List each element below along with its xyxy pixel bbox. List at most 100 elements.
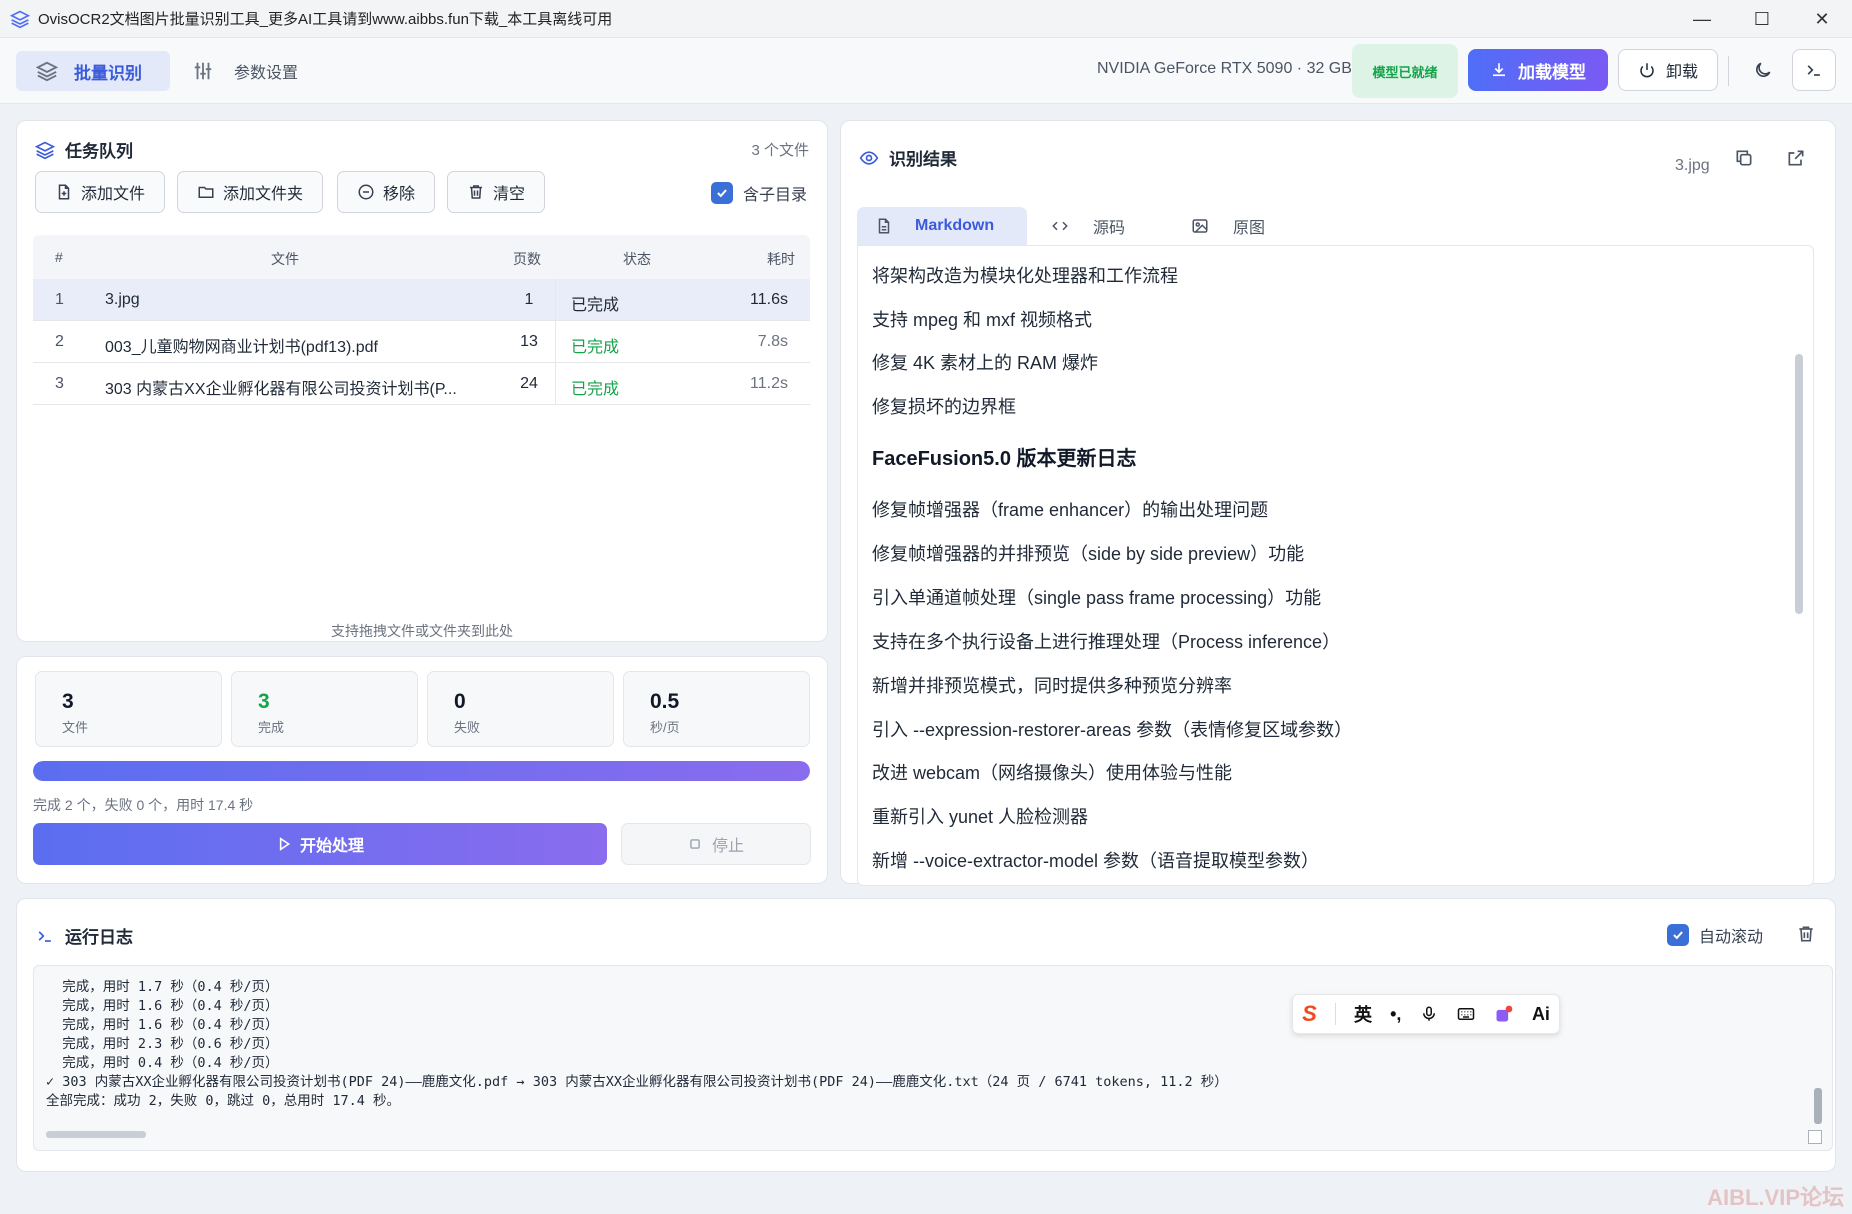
stop-icon [690, 839, 700, 849]
md-heading: FaceFusion5.0 版本更新日志 [872, 448, 1137, 470]
include-subdirs-label: 含子目录 [743, 187, 808, 204]
unload-button[interactable]: 卸载 [1618, 49, 1718, 91]
md-paragraph: 将架构改造为模块化处理器和工作流程 [872, 266, 1178, 286]
image-icon [1192, 219, 1208, 233]
log-header: 运行日志 [35, 923, 133, 948]
col-file: 文件 [271, 251, 299, 267]
nav-settings[interactable]: 参数设置 [192, 51, 298, 91]
log-line: ✓ 303 内蒙古XX企业孵化器有限公司投资计划书(PDF 24)——鹿鹿文化.… [46, 1074, 1228, 1090]
play-icon [279, 837, 291, 851]
title-bar: OvisOCR2文档图片批量识别工具_更多AI工具请到www.aibbs.fun… [0, 0, 1852, 38]
md-paragraph: 改进 webcam（网络摄像头）使用体验与性能 [872, 763, 1233, 783]
log-panel: 运行日志 自动滚动 完成，用时 1.7 秒（0.4 秒/页） 完成，用时 1.6… [16, 898, 1836, 1172]
start-button[interactable]: 开始处理 [33, 823, 607, 865]
stat-files-value: 3 [62, 690, 74, 713]
nav-batch-recognize-label: 批量识别 [74, 63, 142, 83]
ime-lang-toggle[interactable]: 英 [1354, 1001, 1372, 1027]
top-toolbar: 批量识别 参数设置 NVIDIA GeForce RTX 5090 · 32 G… [0, 38, 1852, 104]
tab-markdown[interactable]: Markdown [857, 207, 1027, 245]
copy-button[interactable] [1731, 145, 1757, 171]
log-line: 完成，用时 1.7 秒（0.4 秒/页） [46, 979, 279, 995]
stat-done-value: 3 [258, 690, 270, 713]
row-file: 3.jpg [105, 291, 140, 308]
markdown-scrollbar[interactable] [1795, 354, 1803, 614]
row-status: 已完成 [571, 339, 620, 356]
code-icon [1052, 221, 1068, 231]
row-time: 11.2s [750, 375, 788, 392]
ime-ai-button[interactable]: Ai [1532, 1004, 1550, 1025]
log-line: 完成，用时 0.4 秒（0.4 秒/页） [46, 1055, 279, 1071]
progress-fill [33, 761, 810, 781]
microphone-icon[interactable] [1420, 1005, 1438, 1023]
keyboard-icon[interactable] [1456, 1005, 1476, 1023]
stop-button[interactable]: 停止 [621, 823, 811, 865]
md-paragraph: 修复 4K 素材上的 RAM 爆炸 [872, 353, 1099, 373]
tab-source[interactable]: 源码 [1051, 207, 1161, 245]
md-paragraph: 支持 mpeg 和 mxf 视频格式 [872, 310, 1093, 330]
stat-speed-value: 0.5 [650, 690, 680, 713]
md-paragraph: 新增并排预览模式，同时提供多种预览分辨率 [872, 676, 1232, 696]
md-paragraph: 重新引入 yunet 人脸检测器 [872, 807, 1089, 827]
file-plus-icon [58, 184, 70, 200]
col-pages: 页数 [513, 251, 541, 267]
load-model-button[interactable]: 加载模型 [1468, 49, 1608, 91]
theme-toggle-button[interactable] [1742, 49, 1784, 91]
table-row[interactable]: 2 003_儿童购物网商业计划书(pdf13).pdf 13 已完成 7.8s [33, 321, 810, 363]
auto-scroll-checkbox[interactable]: 自动滚动 [1667, 923, 1763, 947]
stat-files-caption: 文件 [62, 720, 89, 735]
row-time: 7.8s [757, 333, 788, 350]
minimize-button[interactable]: — [1672, 0, 1732, 38]
stat-failed-value: 0 [454, 690, 466, 713]
ime-punctuation-icon[interactable]: •, [1390, 1004, 1401, 1025]
markdown-preview[interactable]: 将架构改造为模块化处理器和工作流程 支持 mpeg 和 mxf 视频格式 修复 … [857, 245, 1814, 886]
watermark: AIBL.VIP论坛 [1707, 1185, 1844, 1210]
progress-bar [33, 761, 810, 781]
toolbar-divider [1728, 56, 1729, 86]
include-subdirs-checkbox[interactable]: 含子目录 [711, 181, 807, 205]
skin-icon[interactable] [1494, 1004, 1514, 1024]
md-paragraph: 修复帧增强器的并排预览（side by side preview）功能 [872, 544, 1305, 564]
nav-batch-recognize[interactable]: 批量识别 [16, 51, 170, 91]
row-file: 303 内蒙古XX企业孵化器有限公司投资计划书(P... [105, 381, 457, 398]
md-paragraph: 支持在多个执行设备上进行推理处理（Process inference） [872, 632, 1341, 652]
maximize-button[interactable]: ☐ [1732, 0, 1792, 38]
log-output[interactable]: 完成，用时 1.7 秒（0.4 秒/页） 完成，用时 1.6 秒（0.4 秒/页… [33, 965, 1833, 1151]
window-title: OvisOCR2文档图片批量识别工具_更多AI工具请到www.aibbs.fun… [38, 11, 613, 28]
row-index: 1 [55, 291, 64, 308]
scroll-corner [1808, 1130, 1822, 1144]
terminal-button[interactable] [1792, 49, 1836, 91]
close-button[interactable]: ✕ [1792, 0, 1852, 38]
table-row[interactable]: 1 3.jpg 1 已完成 11.6s [33, 279, 810, 321]
row-index: 2 [55, 333, 64, 350]
md-paragraph: 引入单通道帧处理（single pass frame processing）功能 [872, 588, 1322, 608]
terminal-icon [38, 930, 51, 942]
log-horizontal-scrollbar[interactable] [46, 1131, 146, 1138]
task-queue-title: 任务队列 [65, 142, 133, 161]
add-folder-button[interactable]: 添加文件夹 [177, 171, 323, 213]
sliders-icon [194, 62, 212, 80]
col-index: # [55, 249, 63, 265]
add-file-label: 添加文件 [80, 186, 145, 203]
clear-button[interactable]: 清空 [447, 171, 545, 213]
open-external-button[interactable] [1783, 145, 1809, 171]
copy-icon [1736, 150, 1752, 166]
ime-logo-icon[interactable]: S [1302, 1001, 1317, 1027]
add-file-button[interactable]: 添加文件 [35, 171, 165, 213]
terminal-icon [1807, 65, 1820, 76]
table-row[interactable]: 3 303 内蒙古XX企业孵化器有限公司投资计划书(P... 24 已完成 11… [33, 363, 810, 405]
row-file: 003_儿童购物网商业计划书(pdf13).pdf [105, 339, 378, 356]
app-layers-icon [10, 10, 30, 28]
result-file-name: 3.jpg [1675, 157, 1710, 174]
folder-icon [198, 186, 214, 198]
log-vertical-scrollbar[interactable] [1814, 1088, 1822, 1124]
start-label: 开始处理 [299, 838, 364, 855]
clear-log-button[interactable] [1793, 921, 1819, 947]
stat-card-done: 3 完成 [231, 671, 418, 747]
md-paragraph: 引入 --expression-restorer-areas 参数（表情修复区域… [872, 720, 1353, 740]
remove-button[interactable]: 移除 [337, 171, 435, 213]
row-pages: 24 [520, 375, 538, 392]
add-folder-label: 添加文件夹 [222, 186, 303, 203]
tab-original[interactable]: 原图 [1191, 207, 1311, 245]
layers-icon [36, 61, 58, 82]
stat-card-speed: 0.5 秒/页 [623, 671, 810, 747]
